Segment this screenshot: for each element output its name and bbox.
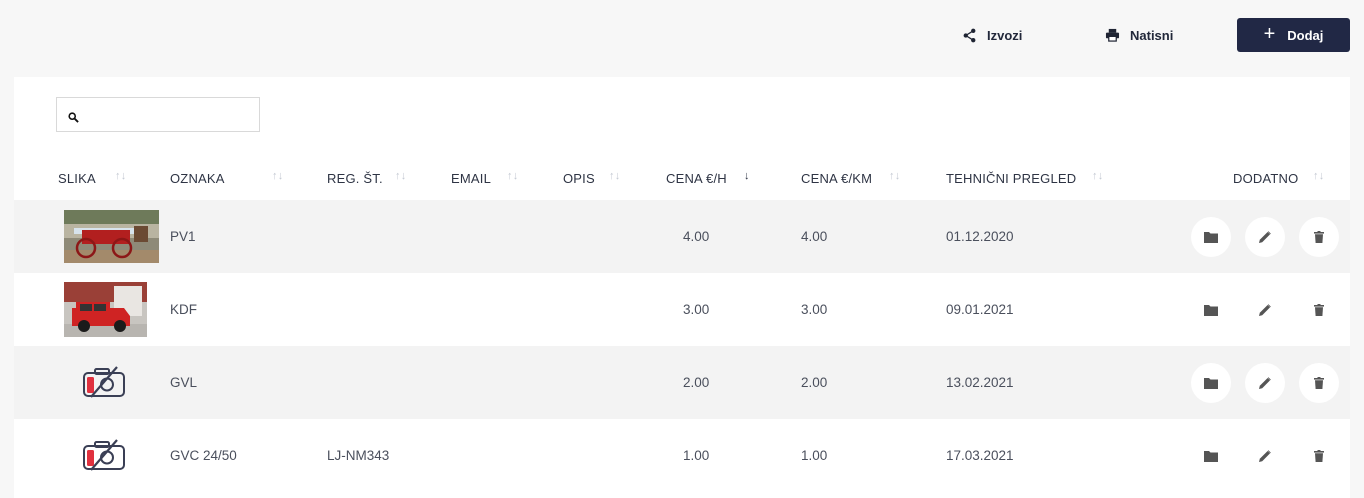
sort-icon: ↑↓ [609,170,621,182]
delete-button[interactable] [1299,217,1339,257]
sort-icon: ↑↓ [507,170,519,182]
folder-icon [1204,378,1218,389]
edit-button[interactable] [1245,217,1285,257]
pencil-icon [1259,304,1271,316]
cell-cena-h: 3.00 [683,302,710,317]
plus-icon: + [1263,23,1276,45]
delete-button[interactable] [1299,290,1339,330]
table-row: PV1 4.00 4.00 01.12.2020 [14,200,1350,273]
cell-cena-km: 2.00 [801,375,828,390]
cell-cena-h: 4.00 [683,229,710,244]
search-input[interactable] [85,98,257,131]
column-label: TEHNIČNI PREGLED [946,171,1077,186]
share-icon [962,28,977,43]
cell-pregled: 17.03.2021 [946,448,1014,463]
column-label: CENA €/KM [801,171,873,186]
delete-button[interactable] [1299,436,1339,476]
folder-icon [1204,305,1218,316]
column-header-slika[interactable]: SLIKA ↑↓ [58,157,126,200]
cell-cena-h: 1.00 [683,448,710,463]
column-label: SLIKA [58,171,96,186]
add-button[interactable]: + Dodaj [1237,18,1350,52]
column-header-cena-h[interactable]: CENA €/H ↓ [666,157,750,200]
pencil-icon [1259,231,1271,243]
column-header-pregled[interactable]: TEHNIČNI PREGLED ↑↓ [946,157,1103,200]
sort-icon: ↑↓ [1092,170,1104,182]
search-icon [68,110,79,128]
print-label: Natisni [1130,27,1174,43]
table-row: KDF 3.00 3.00 09.01.2021 [14,273,1350,346]
print-button[interactable]: Natisni [1105,18,1173,52]
add-label: Dodaj [1287,27,1324,43]
cell-cena-km: 4.00 [801,229,828,244]
folder-icon [1204,451,1218,462]
cell-oznaka: KDF [170,302,197,317]
no-photo-icon [83,439,125,471]
cell-pregled: 01.12.2020 [946,229,1014,244]
table-row: GVC 24/50 LJ-NM343 1.00 1.00 17.03.2021 [14,419,1350,492]
sort-icon: ↑↓ [889,170,901,182]
folder-button[interactable] [1191,290,1231,330]
folder-icon [1204,232,1218,243]
trash-icon [1314,231,1324,243]
column-label: DODATNO [1233,171,1299,186]
delete-button[interactable] [1299,363,1339,403]
edit-button[interactable] [1245,363,1285,403]
column-header-opis[interactable]: OPIS ↑↓ [563,157,620,200]
trash-icon [1314,450,1324,462]
column-label: OZNAKA [170,171,225,186]
export-label: Izvozi [987,27,1023,43]
vehicle-photo [64,210,159,263]
sort-icon: ↑↓ [395,170,407,182]
cell-cena-h: 2.00 [683,375,710,390]
folder-button[interactable] [1191,363,1231,403]
sort-icon: ↑↓ [1313,170,1325,182]
column-label: REG. ŠT. [327,171,383,186]
column-header-cena-km[interactable]: CENA €/KM ↑↓ [801,157,900,200]
pencil-icon [1259,450,1271,462]
cell-cena-km: 3.00 [801,302,828,317]
column-header-oznaka[interactable]: OZNAKA ↑↓ [170,157,283,200]
cell-pregled: 09.01.2021 [946,302,1014,317]
table-row: GVL 2.00 2.00 13.02.2021 [14,346,1350,419]
no-photo-icon [83,366,125,398]
sort-icon: ↑↓ [115,170,127,182]
vehicles-panel: SLIKA ↑↓ OZNAKA ↑↓ REG. ŠT. ↑↓ EMAIL ↑↓ … [14,77,1350,498]
printer-icon [1105,28,1120,42]
column-header-dodatno[interactable]: DODATNO ↑↓ [1233,157,1324,200]
column-label: OPIS [563,171,595,186]
folder-button[interactable] [1191,217,1231,257]
column-label: EMAIL [451,171,492,186]
column-header-email[interactable]: EMAIL ↑↓ [451,157,518,200]
cell-pregled: 13.02.2021 [946,375,1014,390]
sort-icon: ↑↓ [272,170,284,182]
cell-oznaka: GVC 24/50 [170,448,237,463]
sort-descending-icon: ↓ [744,170,750,182]
export-button[interactable]: Izvozi [962,18,1022,52]
pencil-icon [1259,377,1271,389]
column-label: CENA €/H [666,171,727,186]
cell-oznaka: GVL [170,375,198,390]
trash-icon [1314,304,1324,316]
folder-button[interactable] [1191,436,1231,476]
trash-icon [1314,377,1324,389]
cell-cena-km: 1.00 [801,448,828,463]
vehicle-photo [64,282,147,337]
cell-oznaka: PV1 [170,229,196,244]
edit-button[interactable] [1245,436,1285,476]
column-header-reg[interactable]: REG. ŠT. ↑↓ [327,157,406,200]
cell-reg: LJ-NM343 [327,448,390,463]
search-box [56,97,260,132]
table-header: SLIKA ↑↓ OZNAKA ↑↓ REG. ŠT. ↑↓ EMAIL ↑↓ … [14,157,1350,200]
edit-button[interactable] [1245,290,1285,330]
